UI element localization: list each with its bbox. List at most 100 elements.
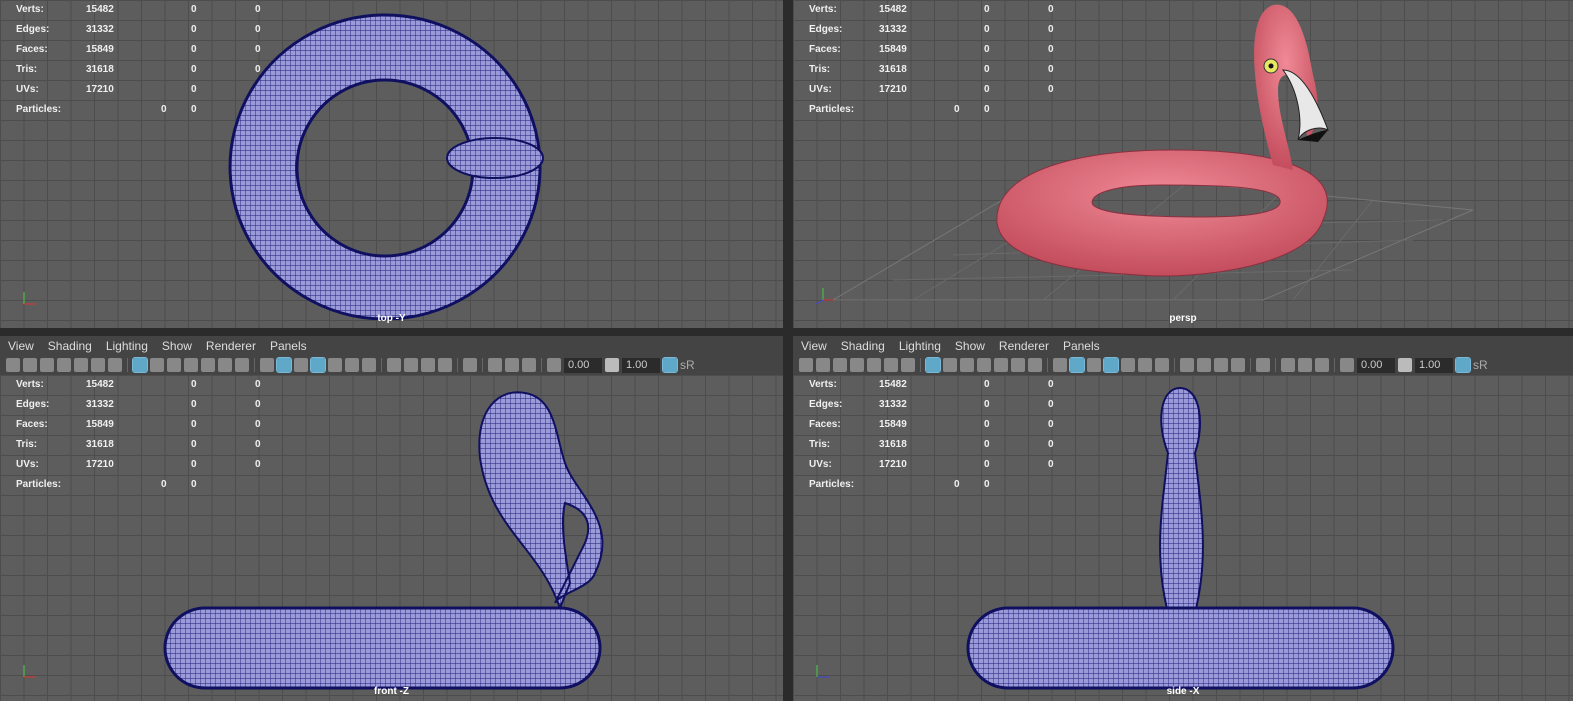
menu-panels[interactable]: Panels (1063, 339, 1100, 353)
menu-lighting[interactable]: Lighting (899, 339, 941, 353)
safe-action-icon[interactable] (218, 358, 232, 372)
menu-shading[interactable]: Shading (841, 339, 885, 353)
stat-label: UVs: (16, 459, 39, 470)
panel-front: View Shading Lighting Show Renderer Panels 0.… (0, 336, 783, 701)
wireframe-icon[interactable] (260, 358, 274, 372)
isolate-select-icon[interactable] (463, 358, 477, 372)
field-chart-icon[interactable] (994, 358, 1008, 372)
stat-value: 0 (191, 4, 197, 15)
camera-icon[interactable] (6, 358, 20, 372)
stat-label: Particles: (809, 479, 855, 490)
film-gate-icon[interactable] (943, 358, 957, 372)
xray-joints-icon[interactable] (1298, 358, 1312, 372)
safe-title-icon[interactable] (1028, 358, 1042, 372)
menu-view[interactable]: View (801, 339, 827, 353)
film-gate-icon[interactable] (150, 358, 164, 372)
panel-menubar: View Shading Lighting Show Renderer Panels (0, 336, 783, 355)
menu-shading[interactable]: Shading (48, 339, 92, 353)
backface-icon[interactable] (1315, 358, 1329, 372)
viewport-persp[interactable]: Verts: 15482 0 0 Edges: 31332 0 0 Faces: 15849 0 0 T… (793, 0, 1573, 328)
safe-title-icon[interactable] (235, 358, 249, 372)
gate-mask-icon[interactable] (977, 358, 991, 372)
image-plane-icon[interactable] (867, 358, 881, 372)
smooth-shade-icon[interactable] (1069, 357, 1085, 373)
grease-pencil-icon[interactable] (108, 358, 122, 372)
lights-icon[interactable] (345, 358, 359, 372)
color-space-label[interactable]: sR (1473, 358, 1488, 372)
gamma-icon[interactable] (605, 358, 619, 372)
image-plane-icon[interactable] (74, 358, 88, 372)
viewport-front[interactable]: Verts: 15482 0 0 Edges: 31332 0 0 Faces: 15849 0 0 T… (0, 375, 783, 701)
stat-label: Faces: (809, 419, 841, 430)
depth-of-field-icon[interactable] (1231, 358, 1245, 372)
grid-icon[interactable] (925, 357, 941, 373)
anti-alias-icon[interactable] (1214, 358, 1228, 372)
isolate-select-icon[interactable] (1256, 358, 1270, 372)
camera-label: top -Y (377, 313, 406, 324)
camera-attr-icon[interactable] (40, 358, 54, 372)
exposure-field[interactable]: 0.00 (1357, 357, 1395, 373)
toolbar-separator (254, 358, 255, 372)
menu-view[interactable]: View (8, 339, 34, 353)
bookmark-icon[interactable] (850, 358, 864, 372)
menu-renderer[interactable]: Renderer (206, 339, 256, 353)
exposure-icon[interactable] (1340, 358, 1354, 372)
gate-mask-icon[interactable] (184, 358, 198, 372)
field-chart-icon[interactable] (201, 358, 215, 372)
stat-value: 31618 (86, 64, 114, 75)
pan-zoom-icon[interactable] (91, 358, 105, 372)
stat-label: Edges: (16, 24, 50, 35)
depth-of-field-icon[interactable] (438, 358, 452, 372)
shadows-icon[interactable] (362, 358, 376, 372)
toolbar-separator (1047, 358, 1048, 372)
motion-blur-icon[interactable] (1197, 358, 1211, 372)
screen-space-ao-icon[interactable] (1180, 358, 1194, 372)
grid-icon[interactable] (132, 357, 148, 373)
gamma-field[interactable]: 1.00 (622, 357, 660, 373)
camera-icon[interactable] (799, 358, 813, 372)
exposure-field[interactable]: 0.00 (564, 357, 602, 373)
resolution-gate-icon[interactable] (960, 358, 974, 372)
gamma-field[interactable]: 1.00 (1415, 357, 1453, 373)
wireframe-icon[interactable] (1053, 358, 1067, 372)
camera-lock-icon[interactable] (23, 358, 37, 372)
xray-icon[interactable] (488, 358, 502, 372)
stat-value: 17210 (86, 459, 114, 470)
wireframe-on-shaded-icon[interactable] (1103, 357, 1119, 373)
safe-action-icon[interactable] (1011, 358, 1025, 372)
color-management-toggle-icon[interactable] (1455, 357, 1471, 373)
gamma-icon[interactable] (1398, 358, 1412, 372)
menu-show[interactable]: Show (955, 339, 985, 353)
anti-alias-icon[interactable] (421, 358, 435, 372)
camera-attr-icon[interactable] (833, 358, 847, 372)
color-management-toggle-icon[interactable] (662, 357, 678, 373)
textured-icon[interactable] (328, 358, 342, 372)
menu-panels[interactable]: Panels (270, 339, 307, 353)
motion-blur-icon[interactable] (404, 358, 418, 372)
smooth-shade-icon[interactable] (276, 357, 292, 373)
resolution-gate-icon[interactable] (167, 358, 181, 372)
menu-renderer[interactable]: Renderer (999, 339, 1049, 353)
camera-lock-icon[interactable] (816, 358, 830, 372)
menu-lighting[interactable]: Lighting (106, 339, 148, 353)
grease-pencil-icon[interactable] (901, 358, 915, 372)
bookmark-icon[interactable] (57, 358, 71, 372)
shadows-icon[interactable] (1155, 358, 1169, 372)
color-space-label[interactable]: sR (680, 358, 695, 372)
menu-show[interactable]: Show (162, 339, 192, 353)
viewport-top[interactable]: Verts: 15482 0 0 Edges: 31332 0 0 Faces: 15849 0 0 T… (0, 0, 783, 328)
lights-icon[interactable] (1138, 358, 1152, 372)
exposure-icon[interactable] (547, 358, 561, 372)
toolbar-separator (1174, 358, 1175, 372)
default-material-icon[interactable] (1087, 358, 1101, 372)
screen-space-ao-icon[interactable] (387, 358, 401, 372)
pan-zoom-icon[interactable] (884, 358, 898, 372)
xray-joints-icon[interactable] (505, 358, 519, 372)
viewport-side[interactable]: Verts: 15482 0 0 Edges: 31332 0 0 Faces: 15849 0 0 T… (793, 375, 1573, 701)
wireframe-on-shaded-icon[interactable] (310, 357, 326, 373)
textured-icon[interactable] (1121, 358, 1135, 372)
default-material-icon[interactable] (294, 358, 308, 372)
stat-label: Edges: (16, 399, 50, 410)
backface-icon[interactable] (522, 358, 536, 372)
xray-icon[interactable] (1281, 358, 1295, 372)
